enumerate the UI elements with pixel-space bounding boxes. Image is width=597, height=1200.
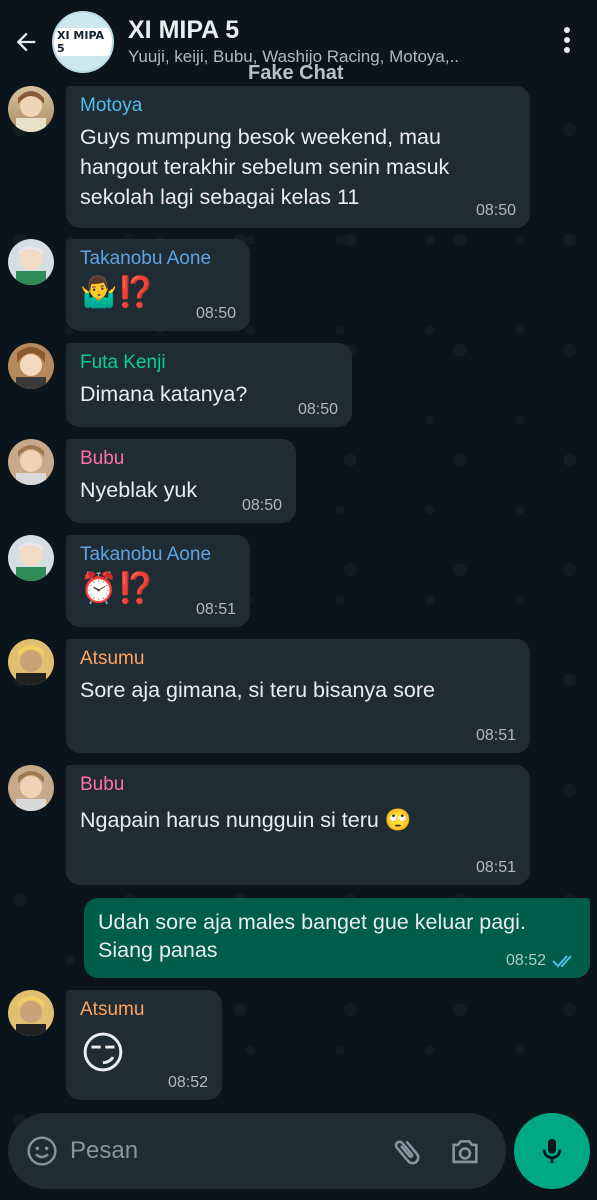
message-input[interactable]: Pesan: [70, 1137, 138, 1165]
message-sender: Takanobu Aone: [80, 248, 212, 269]
message-row: Atsumu Sore aja gimana, si teru bisanya …: [0, 639, 597, 753]
back-button[interactable]: [0, 12, 52, 72]
message-sender: Atsumu: [80, 999, 145, 1020]
message-bubble[interactable]: Futa Kenji Dimana katanya? 08:50: [66, 343, 352, 427]
message-time: 08:51: [475, 859, 516, 876]
more-vert-icon: [564, 27, 570, 33]
message-time: 08:50: [297, 401, 338, 418]
message-time: 08:50: [241, 497, 282, 514]
message-sender: Motoya: [80, 95, 143, 116]
message-row: Takanobu Aone 🤷‍♂️⁉️ 08:50: [0, 239, 597, 331]
sender-avatar[interactable]: [8, 639, 54, 685]
message-row: Takanobu Aone ⏰⁉️ 08:51: [0, 535, 597, 627]
camera-icon[interactable]: [448, 1135, 482, 1169]
message-bubble[interactable]: Takanobu Aone ⏰⁉️ 08:51: [66, 535, 250, 627]
sender-avatar[interactable]: [8, 990, 54, 1036]
message-time: 08:52: [505, 952, 546, 969]
message-sender: Takanobu Aone: [80, 544, 212, 565]
mic-button[interactable]: [514, 1113, 590, 1189]
message-row: Bubu Nyeblak yuk 08:50: [0, 439, 597, 523]
message-text: Guys mumpung besok weekend, mau hangout …: [80, 125, 450, 209]
sender-avatar[interactable]: [8, 239, 54, 285]
message-sender: Bubu: [80, 774, 125, 795]
message-time: 08:52: [167, 1074, 208, 1091]
more-options-button[interactable]: [555, 24, 579, 56]
message-sender: Atsumu: [80, 648, 145, 669]
message-bubble[interactable]: Atsumu 😏 08:52: [66, 990, 222, 1100]
message-row: Bubu Ngapain harus nungguin si teru 🙄 08…: [0, 765, 597, 885]
attach-icon[interactable]: [390, 1135, 424, 1169]
sender-avatar[interactable]: [8, 765, 54, 811]
more-vert-icon-dot: [564, 47, 570, 53]
message-time: 08:50: [195, 305, 236, 322]
group-avatar-text: XI MIPA 5: [54, 28, 112, 56]
message-row: Motoya Guys mumpung besok weekend, mau h…: [0, 86, 597, 228]
message-bubble[interactable]: Bubu Nyeblak yuk 08:50: [66, 439, 296, 523]
mic-icon: [542, 1139, 562, 1163]
message-input-bar: Pesan: [8, 1113, 506, 1189]
sender-avatar[interactable]: [8, 535, 54, 581]
message-bubble[interactable]: Motoya Guys mumpung besok weekend, mau h…: [66, 86, 530, 228]
header-info[interactable]: XI MIPA 5 Yuuji, keiji, Bubu, Washijo Ra…: [128, 16, 528, 68]
sender-avatar[interactable]: [8, 343, 54, 389]
message-bubble[interactable]: Takanobu Aone 🤷‍♂️⁉️ 08:50: [66, 239, 250, 331]
message-text: Sore aja gimana, si teru bisanya sore: [80, 678, 435, 702]
message-row: Udah sore aja males banget gue keluar pa…: [0, 898, 597, 978]
message-time: 08:50: [475, 202, 516, 219]
message-text: Udah sore aja males banget gue keluar pa…: [98, 910, 526, 962]
message-time: 08:51: [475, 727, 516, 744]
message-row: Futa Kenji Dimana katanya? 08:50: [0, 343, 597, 427]
double-check-icon: [552, 955, 572, 968]
message-sender: Futa Kenji: [80, 352, 166, 373]
message-sender: Bubu: [80, 448, 125, 469]
message-text: Ngapain harus nungguin si teru 🙄: [80, 808, 412, 832]
message-bubble[interactable]: Bubu Ngapain harus nungguin si teru 🙄 08…: [66, 765, 530, 885]
more-vert-icon-dot: [564, 37, 570, 43]
sender-avatar[interactable]: [8, 439, 54, 485]
sender-avatar[interactable]: [8, 86, 54, 132]
watermark: Fake Chat: [248, 62, 344, 84]
group-avatar[interactable]: XI MIPA 5: [52, 11, 114, 73]
emoji-icon[interactable]: [26, 1135, 58, 1167]
message-time: 08:51: [195, 601, 236, 618]
message-bubble[interactable]: Atsumu Sore aja gimana, si teru bisanya …: [66, 639, 530, 753]
back-arrow-icon: [16, 32, 36, 52]
message-bubble-outgoing[interactable]: Udah sore aja males banget gue keluar pa…: [84, 898, 590, 978]
group-name: XI MIPA 5: [128, 16, 240, 44]
message-row: Atsumu 😏 08:52: [0, 990, 597, 1100]
